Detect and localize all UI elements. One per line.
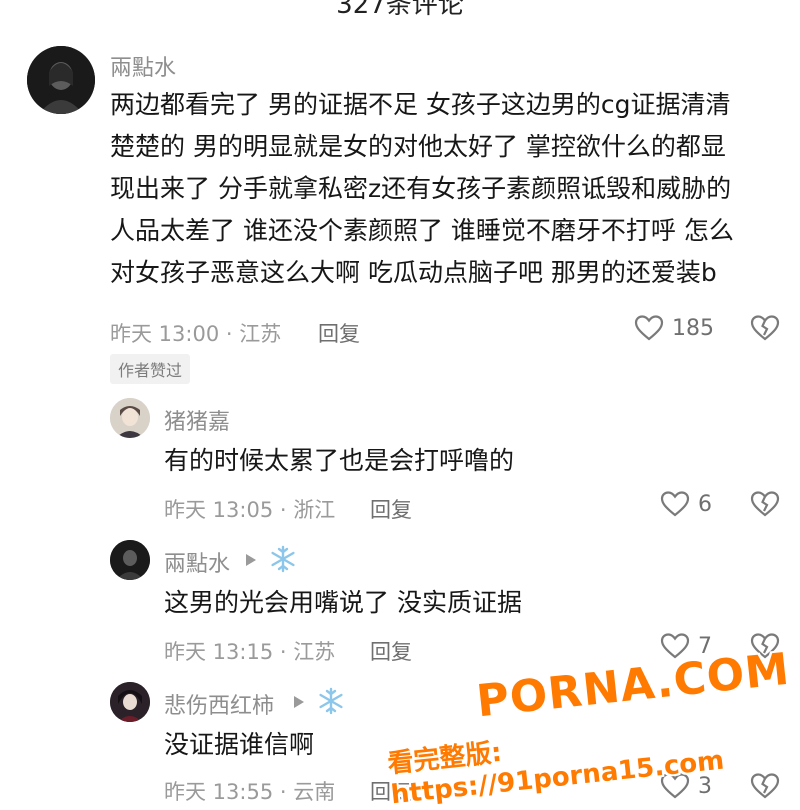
reply-button[interactable]: 回复 bbox=[370, 494, 412, 524]
play-icon bbox=[246, 554, 256, 566]
heart-icon bbox=[660, 491, 690, 517]
reply-time-location: 昨天 13:15 · 江苏 bbox=[164, 640, 336, 664]
watermark-url: 看完整版: https://91porna15.com bbox=[386, 737, 726, 810]
broken-heart-icon bbox=[750, 491, 780, 517]
avatar[interactable] bbox=[110, 682, 150, 722]
comment-time-location: 昨天 13:00 · 江苏 bbox=[110, 322, 282, 346]
reply-button[interactable]: 回复 bbox=[370, 636, 412, 666]
comment-text-line: 人品太差了 谁还没个素颜照了 谁睡觉不磨牙不打呼 怎么 bbox=[110, 216, 734, 245]
reply-button[interactable]: 回复 bbox=[318, 318, 360, 348]
comment-text-line: 对女孩子恶意这么大啊 吃瓜动点脑子吧 那男的还爱装b bbox=[110, 258, 717, 287]
avatar[interactable] bbox=[110, 398, 150, 438]
reply-text: 这男的光会用嘴说了 没实质证据 bbox=[164, 588, 522, 617]
like-button[interactable]: 6 bbox=[660, 490, 712, 518]
author-liked-badge: 作者赞过 bbox=[110, 354, 191, 384]
dislike-button[interactable] bbox=[750, 490, 780, 522]
avatar[interactable] bbox=[27, 46, 95, 114]
broken-heart-icon bbox=[750, 773, 780, 799]
play-icon bbox=[294, 696, 304, 708]
reply-username[interactable]: 兩點水 bbox=[164, 546, 230, 578]
snowflake-icon bbox=[319, 687, 343, 715]
comment-text-line: 现出来了 分手就拿私密z还有女孩子素颜照诋毁和威胁的 bbox=[110, 174, 732, 203]
reply-username[interactable]: 悲伤西红柿 bbox=[164, 688, 274, 720]
like-count: 6 bbox=[698, 491, 712, 517]
reply-username[interactable]: 猪猪嘉 bbox=[164, 404, 230, 436]
like-count: 185 bbox=[672, 315, 714, 341]
reply-time-location: 昨天 13:55 · 云南 bbox=[164, 780, 336, 804]
dislike-button[interactable] bbox=[750, 314, 780, 346]
reply-text: 有的时候太累了也是会打呼噜的 bbox=[164, 446, 515, 475]
comment-count-title: 327条评论 bbox=[336, 0, 464, 20]
heart-icon bbox=[634, 315, 664, 341]
broken-heart-icon bbox=[750, 315, 780, 341]
dislike-button[interactable] bbox=[750, 772, 780, 804]
comment-text-line: 两边都看完了 男的证据不足 女孩子这边男的cg证据清清 bbox=[110, 90, 731, 119]
reply-time-location: 昨天 13:05 · 浙江 bbox=[164, 498, 336, 522]
like-button[interactable]: 185 bbox=[634, 314, 714, 342]
snowflake-icon bbox=[271, 545, 295, 573]
reply-text: 没证据谁信啊 bbox=[164, 730, 315, 759]
comment-text-line: 楚楚的 男的明显就是女的对他太好了 掌控欲什么的都显 bbox=[110, 132, 726, 161]
avatar[interactable] bbox=[110, 540, 150, 580]
comment-username[interactable]: 兩點水 bbox=[110, 50, 176, 82]
comment-text: 两边都看完了 男的证据不足 女孩子这边男的cg证据清清 楚楚的 男的明显就是女的… bbox=[110, 84, 734, 294]
